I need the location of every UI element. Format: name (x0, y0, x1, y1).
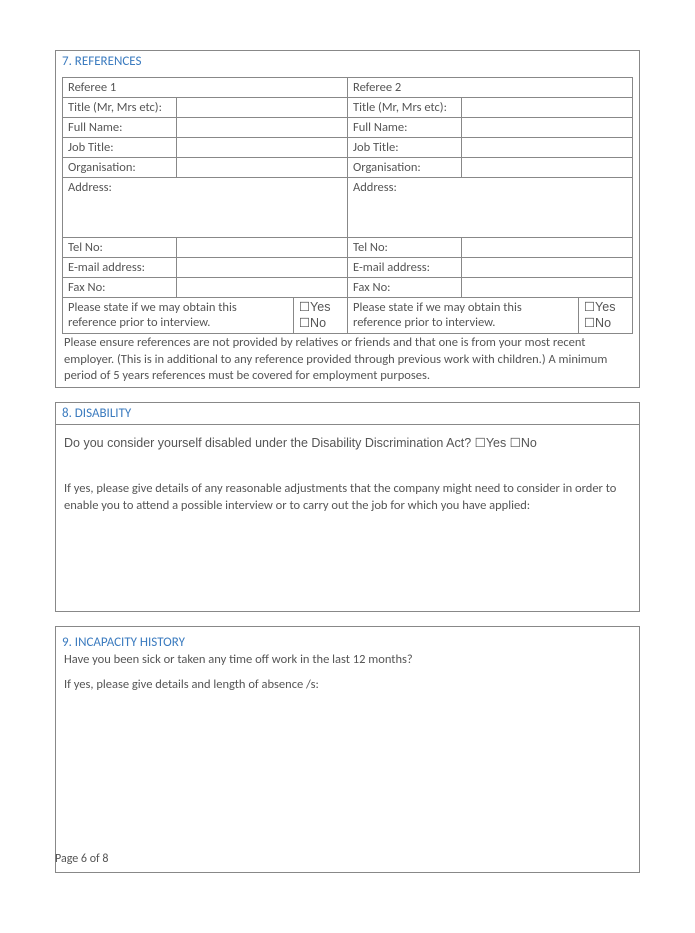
referee2-header: Referee 2 (348, 78, 633, 98)
ref2-address-cell[interactable]: Address: (348, 178, 633, 238)
ref2-fax-label: Fax No: (348, 278, 462, 298)
ref2-fullname-field[interactable] (462, 118, 633, 138)
ref2-title-field[interactable] (462, 98, 633, 118)
ref2-organisation-label: Organisation: (348, 158, 462, 178)
ref2-jobtitle-field[interactable] (462, 138, 633, 158)
incapacity-details-prompt: If yes, please give details and length o… (64, 676, 631, 694)
ref1-obtain-yes[interactable]: ☐Yes (299, 300, 342, 316)
ref2-email-field[interactable] (462, 258, 633, 278)
ref1-title-label: Title (Mr, Mrs etc): (63, 98, 177, 118)
ref1-email-field[interactable] (177, 258, 348, 278)
ref1-fullname-label: Full Name: (63, 118, 177, 138)
ref1-fullname-field[interactable] (177, 118, 348, 138)
ref2-fullname-label: Full Name: (348, 118, 462, 138)
ref2-tel-field[interactable] (462, 238, 633, 258)
incapacity-heading: 9. INCAPACITY HISTORY (56, 627, 639, 651)
ref1-tel-field[interactable] (177, 238, 348, 258)
ref1-title-field[interactable] (177, 98, 348, 118)
disability-question: Do you consider yourself disabled under … (64, 435, 631, 453)
ref1-organisation-label: Organisation: (63, 158, 177, 178)
ref2-fax-field[interactable] (462, 278, 633, 298)
ref1-jobtitle-label: Job Title: (63, 138, 177, 158)
ref1-obtain-no[interactable]: ☐No (299, 316, 342, 332)
ref2-obtain-text: Please state if we may obtain this refer… (348, 298, 579, 334)
references-note: Please ensure references are not provide… (56, 334, 639, 387)
ref1-fax-field[interactable] (177, 278, 348, 298)
section-references: 7. REFERENCES Referee 1 Referee 2 Title … (55, 50, 640, 388)
disability-details-prompt: If yes, please give details of any reaso… (64, 481, 631, 515)
ref2-obtain-no[interactable]: ☐No (584, 316, 627, 332)
references-table: Referee 1 Referee 2 Title (Mr, Mrs etc):… (62, 77, 633, 298)
ref1-address-cell[interactable]: Address: (63, 178, 348, 238)
disability-heading: 8. DISABILITY (56, 403, 639, 425)
page-footer: Page 6 of 8 (55, 852, 109, 866)
ref1-obtain-checkboxes[interactable]: ☐Yes ☐No (293, 298, 347, 334)
ref2-jobtitle-label: Job Title: (348, 138, 462, 158)
ref2-obtain-yes[interactable]: ☐Yes (584, 300, 627, 316)
ref2-address-label: Address: (353, 180, 397, 195)
ref1-address-label: Address: (68, 180, 112, 195)
ref1-jobtitle-field[interactable] (177, 138, 348, 158)
ref2-email-label: E-mail address: (348, 258, 462, 278)
incapacity-question: Have you been sick or taken any time off… (64, 651, 631, 669)
ref1-obtain-text: Please state if we may obtain this refer… (63, 298, 294, 334)
referee1-header: Referee 1 (63, 78, 348, 98)
ref1-organisation-field[interactable] (177, 158, 348, 178)
references-heading: 7. REFERENCES (56, 51, 639, 77)
section-incapacity: 9. INCAPACITY HISTORY Have you been sick… (55, 626, 640, 873)
ref2-organisation-field[interactable] (462, 158, 633, 178)
ref1-email-label: E-mail address: (63, 258, 177, 278)
section-disability: 8. DISABILITY Do you consider yourself d… (55, 402, 640, 612)
ref1-fax-label: Fax No: (63, 278, 177, 298)
ref2-title-label: Title (Mr, Mrs etc): (348, 98, 462, 118)
references-obtain-table: Please state if we may obtain this refer… (62, 297, 633, 334)
ref1-tel-label: Tel No: (63, 238, 177, 258)
page-content: 7. REFERENCES Referee 1 Referee 2 Title … (0, 0, 695, 933)
ref2-obtain-checkboxes[interactable]: ☐Yes ☐No (578, 298, 632, 334)
ref2-tel-label: Tel No: (348, 238, 462, 258)
